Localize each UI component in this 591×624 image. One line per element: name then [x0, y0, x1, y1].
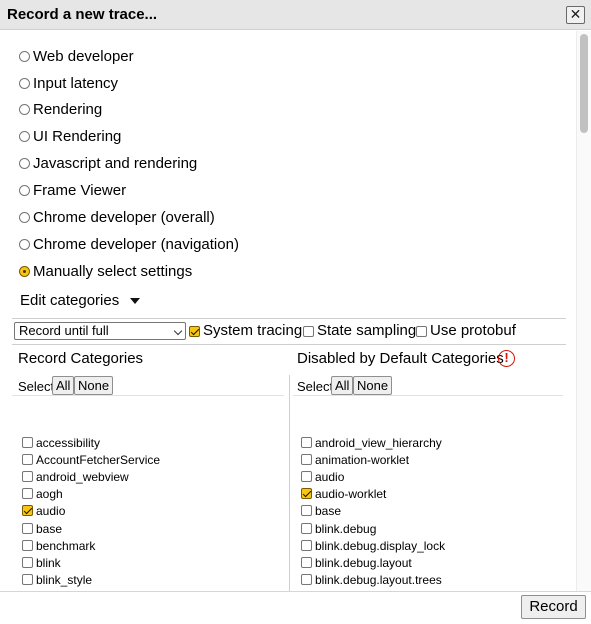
- preset-label: Manually select settings: [33, 263, 193, 280]
- select-all-button[interactable]: All: [331, 376, 354, 395]
- preset-label: Chrome developer (navigation): [33, 236, 239, 253]
- category-label: base: [36, 521, 63, 536]
- preset-label: UI Rendering: [33, 128, 122, 145]
- category-label: blink.debug.display_lock: [315, 538, 446, 553]
- chevron-down-icon: [173, 326, 183, 336]
- category-checkbox[interactable]: [301, 573, 312, 585]
- dialog-content: Web developer Input latency Rendering UI Re…: [0, 31, 576, 591]
- select-label: Select: [18, 379, 55, 394]
- preset-radio[interactable]: [19, 51, 30, 62]
- state-sampling-label: State sampling: [317, 322, 417, 339]
- use-protobuf-label: Use protobuf: [430, 322, 516, 339]
- preset-radio[interactable]: [19, 239, 30, 250]
- preset-label: Web developer: [33, 48, 134, 65]
- select-all-button[interactable]: All: [52, 376, 75, 395]
- category-checkbox[interactable]: [22, 539, 33, 551]
- category-label: android_view_hierarchy: [315, 436, 442, 450]
- preset-radio[interactable]: [19, 266, 30, 277]
- edit-categories-label: Edit categories: [20, 292, 120, 309]
- use-protobuf-checkbox[interactable]: [416, 326, 427, 337]
- record-categories-heading: Record Categories: [18, 350, 144, 367]
- category-label: audio: [315, 470, 345, 485]
- category-checkbox[interactable]: [301, 556, 312, 568]
- preset-label: Chrome developer (overall): [33, 209, 215, 226]
- preset-label: Javascript and rendering: [33, 155, 198, 172]
- preset-radio[interactable]: [19, 131, 30, 142]
- warning-icon: !: [498, 350, 515, 367]
- category-label: base: [315, 504, 342, 519]
- preset-radio[interactable]: [19, 158, 30, 169]
- system-tracing-label: System tracing: [203, 322, 303, 339]
- close-icon[interactable]: ✕: [566, 6, 585, 24]
- preset-radio[interactable]: [19, 212, 30, 223]
- category-checkbox[interactable]: [301, 454, 312, 466]
- select-label: Select: [297, 379, 334, 394]
- dialog-footer: Record: [0, 591, 591, 624]
- options-divider-bottom: [12, 344, 566, 345]
- preset-label: Frame Viewer: [33, 182, 127, 199]
- category-checkbox[interactable]: [22, 573, 33, 585]
- category-label: accessibility: [36, 436, 101, 450]
- caret-down-icon: [130, 298, 140, 304]
- record-categories-divider: [12, 395, 284, 396]
- category-label: blink: [36, 555, 61, 570]
- category-checkbox[interactable]: [301, 522, 312, 534]
- category-checkbox[interactable]: [301, 471, 312, 483]
- category-checkbox[interactable]: [301, 488, 312, 500]
- category-checkbox[interactable]: [22, 522, 33, 534]
- category-label: aogh: [36, 487, 63, 502]
- category-checkbox[interactable]: [301, 539, 312, 551]
- category-label: blink_style: [36, 572, 93, 587]
- preset-radio[interactable]: [19, 78, 30, 89]
- options-divider-top: [12, 318, 566, 319]
- system-tracing-checkbox[interactable]: [189, 326, 200, 337]
- category-label: animation-worklet: [315, 453, 410, 468]
- state-sampling-checkbox[interactable]: [303, 326, 314, 337]
- select-none-button[interactable]: None: [353, 376, 393, 395]
- category-checkbox[interactable]: [22, 471, 33, 483]
- category-label: blink.debug.layout.trees: [315, 572, 442, 587]
- category-label: android_webview: [36, 470, 129, 485]
- dialog-title: Record a new trace...: [7, 6, 158, 23]
- disabled-categories-panel: Disabled by Default Categories ! Select …: [293, 350, 567, 591]
- category-checkbox[interactable]: [22, 437, 33, 448]
- category-label: audio-worklet: [315, 487, 387, 502]
- disabled-categories-divider: [293, 395, 563, 396]
- category-checkbox[interactable]: [22, 488, 33, 500]
- preset-label: Input latency: [33, 75, 119, 92]
- record-mode-select[interactable]: Record until full: [14, 322, 186, 340]
- category-checkbox[interactable]: [301, 505, 312, 517]
- record-button[interactable]: Record: [521, 595, 586, 619]
- vertical-scrollbar[interactable]: [576, 31, 591, 591]
- category-checkbox[interactable]: [301, 437, 312, 448]
- category-checkbox[interactable]: [22, 454, 33, 466]
- scrollbar-thumb[interactable]: [580, 34, 588, 133]
- title-bar: Record a new trace... ✕: [0, 0, 591, 30]
- category-label: blink.debug: [315, 521, 377, 536]
- preset-radio[interactable]: [19, 185, 30, 196]
- category-label: benchmark: [36, 538, 96, 553]
- disabled-categories-heading: Disabled by Default Categories: [297, 350, 504, 367]
- category-checkbox[interactable]: [22, 505, 33, 517]
- column-divider: [289, 375, 290, 591]
- edit-categories-toggle[interactable]: Edit categories: [20, 292, 140, 309]
- category-label: audio: [36, 504, 66, 519]
- category-label: AccountFetcherService: [36, 453, 161, 468]
- record-categories-panel: Record Categories Select All None access…: [12, 350, 284, 591]
- category-checkbox[interactable]: [22, 556, 33, 568]
- category-label: blink.debug.layout: [315, 555, 412, 570]
- preset-label: Rendering: [33, 101, 103, 118]
- select-none-button[interactable]: None: [74, 376, 114, 395]
- record-mode-value: Record until full: [19, 323, 109, 338]
- preset-radio[interactable]: [19, 104, 30, 115]
